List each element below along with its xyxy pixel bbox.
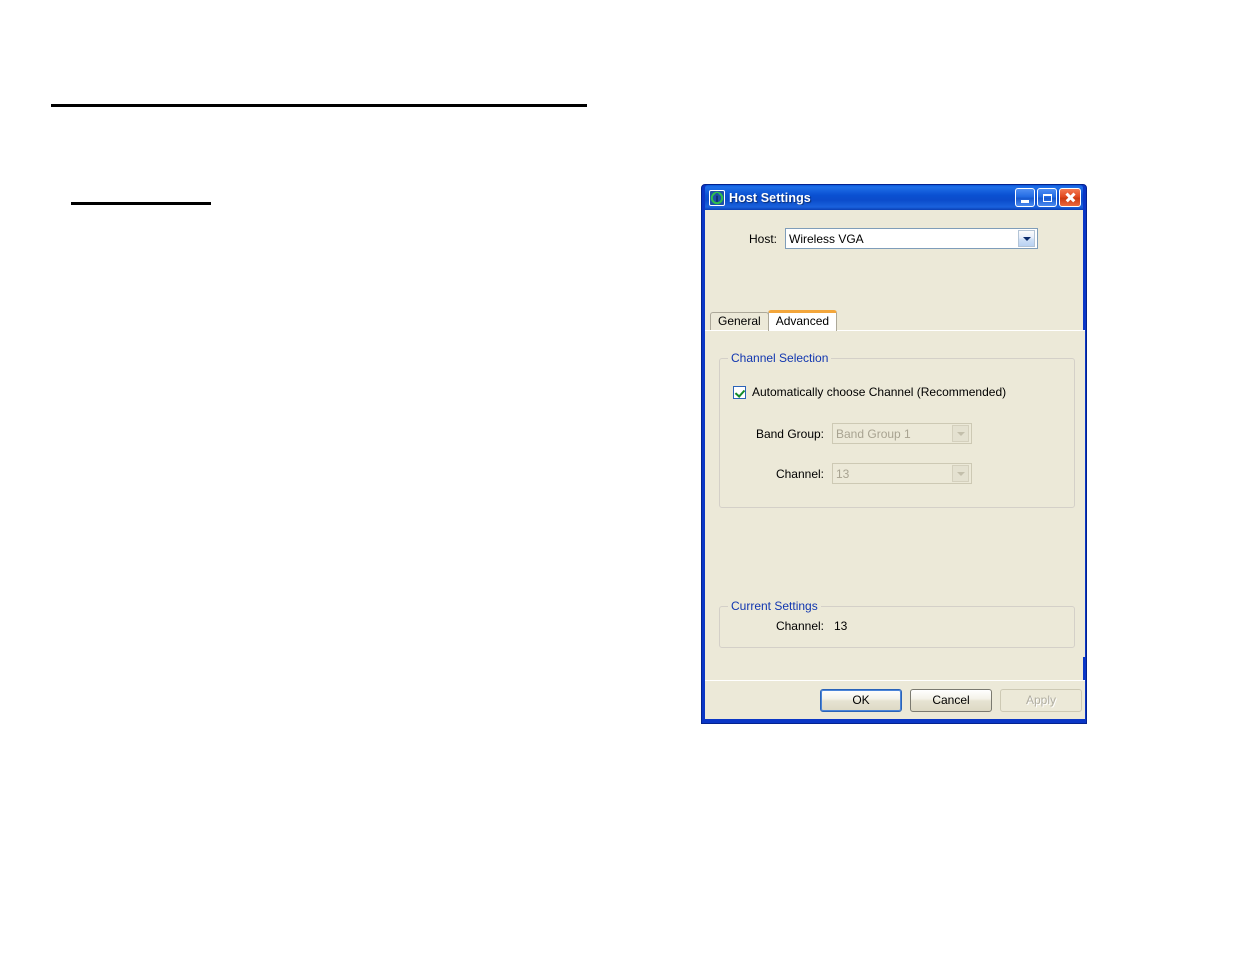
document-section-rule [71,202,211,205]
window-titlebar[interactable]: Host Settings [705,185,1083,210]
caption-buttons [1015,188,1081,207]
chevron-down-icon [952,465,969,482]
tab-panel-advanced: Channel Selection Automatically choose C… [705,330,1085,657]
maximize-icon[interactable] [1037,188,1057,207]
current-channel-label: Channel: [775,619,824,633]
channel-row: Channel: 13 [720,463,972,484]
channel-select: 13 [832,463,972,484]
channel-selection-title: Channel Selection [728,351,832,365]
close-icon[interactable] [1059,188,1081,207]
band-group-select-value: Band Group 1 [836,426,911,441]
host-settings-icon [709,189,725,206]
channel-select-value: 13 [836,466,850,481]
dialog-button-bar: OK Cancel Apply [705,680,1085,719]
host-select[interactable]: Wireless VGA [785,228,1038,249]
channel-label: Channel: [775,466,824,481]
band-group-select: Band Group 1 [832,423,972,444]
minimize-icon[interactable] [1015,188,1035,207]
auto-channel-row[interactable]: Automatically choose Channel (Recommende… [733,385,1006,399]
current-channel-value: 13 [834,619,848,633]
current-settings-title: Current Settings [728,599,821,613]
host-row: Host: Wireless VGA [705,210,1083,249]
chevron-down-icon[interactable] [1018,230,1035,247]
window-title: Host Settings [729,190,811,205]
dialog-body: Host: Wireless VGA General Advanced Chan… [705,210,1085,719]
auto-channel-checkbox[interactable] [733,385,746,399]
cancel-button[interactable]: Cancel [910,688,992,712]
tab-advanced[interactable]: Advanced [767,310,838,331]
current-channel-row: Channel: 13 [720,619,847,633]
band-group-label: Band Group: [755,426,824,441]
current-settings-group: Current Settings Channel: 13 [719,599,1075,648]
apply-button: Apply [1000,688,1082,712]
host-settings-window: Host Settings Host: Wireless VGA General [701,184,1087,724]
document-top-rule [51,104,587,107]
ok-button[interactable]: OK [820,688,902,712]
chevron-down-icon [952,425,969,442]
tabstrip: General Advanced [710,310,838,331]
host-select-value: Wireless VGA [789,231,864,246]
auto-channel-label: Automatically choose Channel (Recommende… [752,385,1007,399]
band-group-row: Band Group: Band Group 1 [720,423,972,444]
tab-general[interactable]: General [710,312,769,330]
host-label: Host: [748,231,777,246]
channel-selection-group: Channel Selection Automatically choose C… [719,351,1075,508]
